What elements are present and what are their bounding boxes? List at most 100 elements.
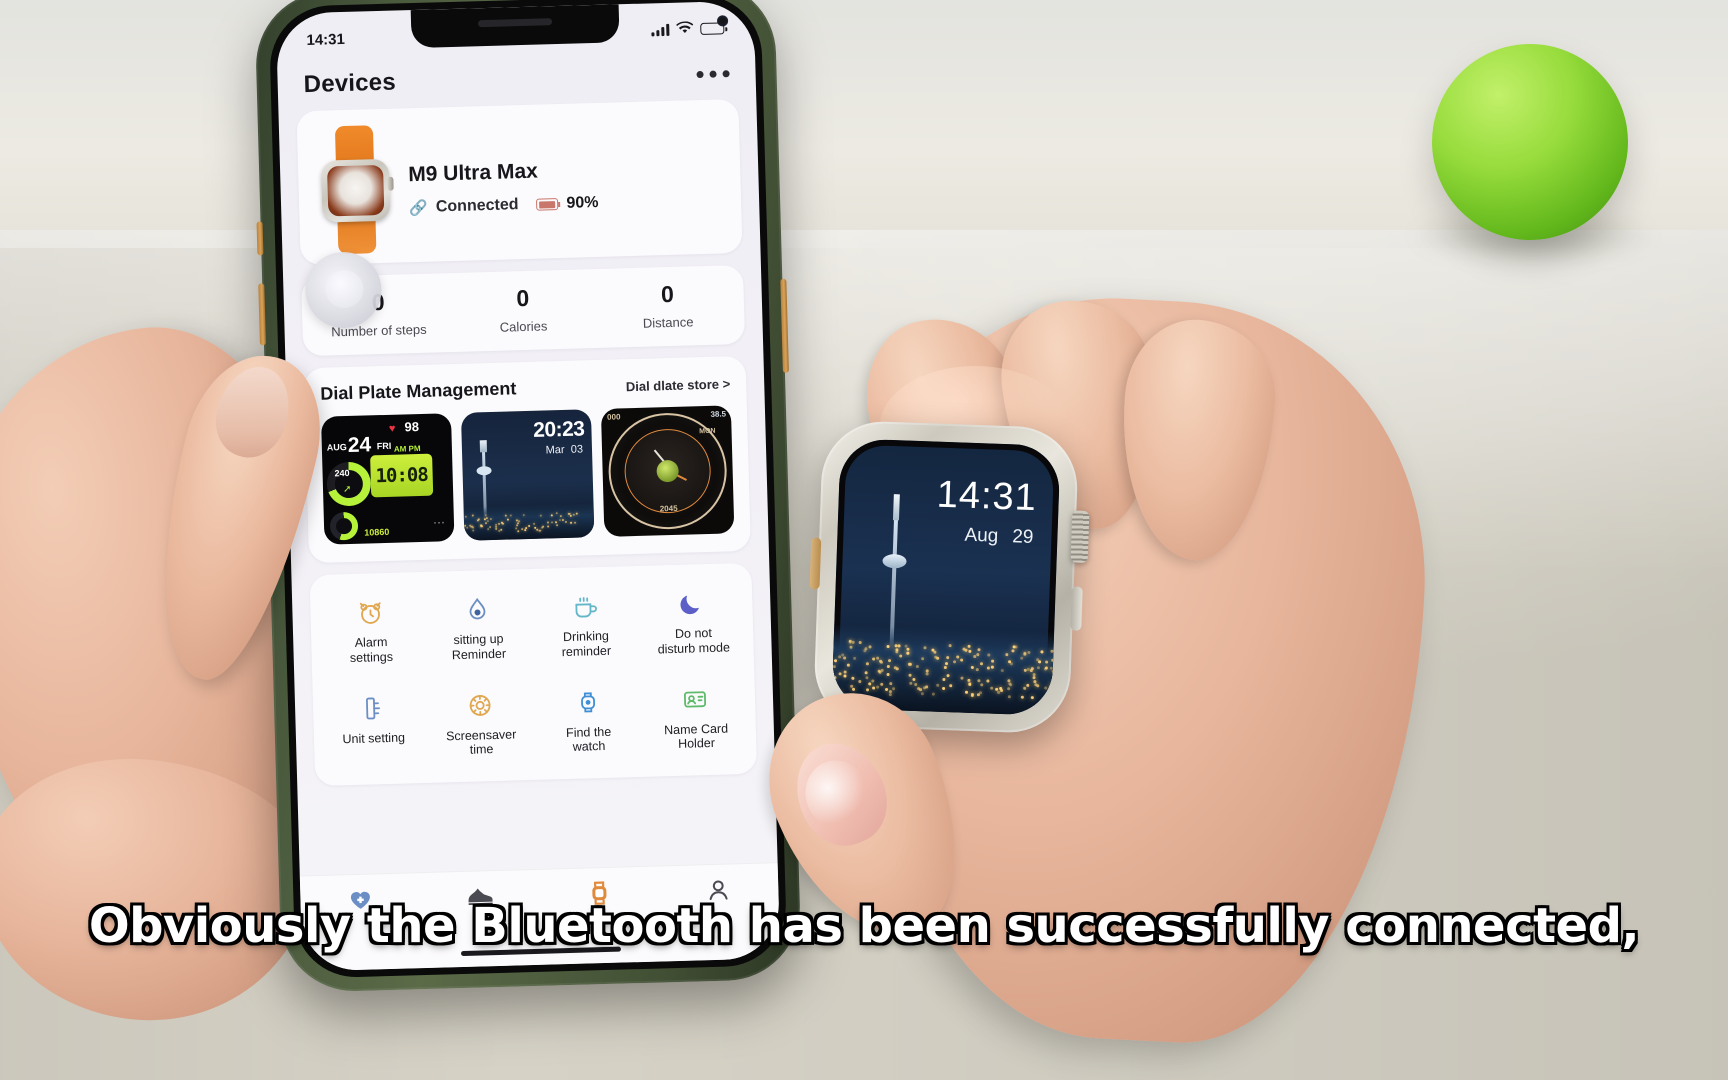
function-label: Name Card Holder — [644, 720, 748, 752]
stat-value: 0 — [595, 279, 740, 310]
watch-face-option-digital[interactable]: ♥ 98 AUG 24 FRI 240 ➚ AM PM 10:08 10860 — [321, 413, 455, 545]
function-label: Unit setting — [322, 729, 426, 747]
smartwatch-crown[interactable] — [1071, 510, 1090, 563]
wifi-icon — [676, 21, 693, 38]
functions-row-1: Alarm settings sitting up Reminder Drink… — [316, 579, 748, 672]
stat-label: Distance — [596, 313, 741, 332]
green-ball-object — [1432, 44, 1628, 240]
function-name-card-holder[interactable]: Name Card Holder — [641, 674, 751, 758]
function-sitting-reminder[interactable]: sitting up Reminder — [423, 585, 533, 669]
devices-app: Devices M9 Ultra Max 🔗 Connected 90% Num… — [277, 44, 780, 971]
function-screensaver-time[interactable]: Screensaver time — [426, 680, 536, 764]
function-alarm-settings[interactable]: Alarm settings — [316, 588, 426, 672]
face-weekday: MON — [699, 428, 716, 435]
face-number: 2045 — [660, 504, 678, 513]
connection-status: Connected — [436, 196, 519, 216]
function-find-the-watch[interactable]: Find the watch — [533, 677, 643, 761]
city-lights — [464, 513, 594, 535]
smartwatch-device: 14:31 Aug 29 — [813, 420, 1080, 735]
device-info: M9 Ultra Max 🔗 Connected 90% — [408, 150, 723, 217]
stat-value: 0 — [450, 283, 595, 314]
cellular-bars-icon — [651, 24, 669, 36]
video-caption: Obviously the Bluetooth has been success… — [0, 898, 1728, 954]
watch-face-preview — [327, 165, 384, 217]
face-month: Mar — [546, 444, 565, 457]
smartwatch-day: 29 — [1012, 526, 1034, 548]
heart-rate-value: 98 — [404, 419, 419, 434]
smartwatch-month: Aug — [964, 525, 999, 547]
function-label: Alarm settings — [319, 634, 423, 666]
phone-screen: 14:31 Devices M9 Ultra Max 🔗 Connected 9… — [276, 1, 781, 972]
stat-calories[interactable]: 0 Calories — [450, 283, 596, 336]
watch-case — [321, 159, 391, 223]
face-ampm: AM PM — [394, 444, 421, 454]
device-card[interactable]: M9 Ultra Max 🔗 Connected 90% — [296, 99, 742, 265]
watch-crown — [387, 177, 393, 191]
secondary-ring — [330, 512, 359, 541]
lcd-time: 10:08 — [375, 464, 428, 487]
smartwatch-side-button[interactable] — [1070, 586, 1083, 630]
smartwatch-time: 14:31 — [936, 474, 1038, 520]
function-do-not-disturb[interactable]: Do not disturb mode — [638, 579, 748, 663]
battery-percent: 90% — [566, 194, 599, 213]
heart-icon: ♥ — [389, 423, 396, 435]
ring-value: 240 — [334, 468, 349, 478]
moon-icon — [640, 585, 744, 622]
device-name: M9 Ultra Max — [408, 154, 723, 187]
phone-mute-switch[interactable] — [257, 221, 264, 255]
watch-face-list: ♥ 98 AUG 24 FRI 240 ➚ AM PM 10:08 10860 — [321, 405, 734, 544]
sitting-reminder-icon — [425, 591, 529, 628]
smartwatch-side-button-left[interactable] — [809, 537, 821, 589]
function-label: Drinking reminder — [534, 628, 638, 660]
drinking-cup-icon — [533, 588, 637, 625]
city-lights — [832, 642, 1054, 702]
face-top-left-value: 000 — [607, 412, 621, 421]
phone-bezel: 14:31 Devices M9 Ultra Max 🔗 Connected 9… — [269, 0, 788, 979]
alarm-clock-icon — [318, 594, 422, 631]
face-more-dots: ⋯ — [433, 515, 446, 529]
dial-store-link[interactable]: Dial dlate store > — [626, 376, 731, 394]
more-options-icon[interactable] — [696, 70, 729, 78]
function-unit-setting[interactable]: Unit setting — [319, 683, 429, 767]
watch-face-option-analog[interactable]: 000 38.5 MON 2045 — [601, 405, 735, 537]
link-icon: 🔗 — [409, 199, 428, 218]
function-label: Screensaver time — [429, 726, 533, 758]
face-day: 03 — [571, 443, 584, 455]
phone-device: 14:31 Devices M9 Ultra Max 🔗 Connected 9… — [254, 0, 802, 993]
face-day: 24 — [347, 433, 371, 458]
page-title: Devices — [303, 69, 396, 100]
face-date: Mar 03 — [546, 443, 584, 456]
steps-icon: ➚ — [343, 484, 352, 495]
face-small-value: 10860 — [364, 527, 389, 538]
battery-icon — [700, 22, 724, 35]
smartwatch-thumbnail — [315, 125, 397, 255]
function-label: Find the watch — [537, 723, 641, 755]
functions-row-2: Unit setting Screensaver time Find the w… — [319, 674, 751, 767]
function-drinking-reminder[interactable]: Drinking reminder — [531, 582, 641, 666]
face-month: AUG — [327, 442, 347, 453]
ruler-icon — [321, 689, 425, 726]
function-label: Do not disturb mode — [642, 625, 746, 657]
dial-plate-header: Dial Plate Management Dial dlate store > — [320, 372, 730, 404]
phone-notch — [411, 4, 620, 48]
face-top-right-value: 38.5 — [710, 409, 726, 418]
status-bar-time: 14:31 — [306, 30, 345, 48]
battery-icon — [536, 198, 558, 211]
dial-plate-management-card: Dial Plate Management Dial dlate store >… — [304, 356, 751, 563]
section-title: Dial Plate Management — [320, 378, 517, 404]
phone-volume-up-button[interactable] — [258, 283, 266, 345]
earpiece-speaker — [478, 18, 552, 27]
watch-face-option-city[interactable]: 20:23 Mar 03 — [461, 409, 595, 541]
function-label: sitting up Reminder — [427, 631, 531, 663]
stat-distance[interactable]: 0 Distance — [595, 279, 741, 332]
smartwatch-screen[interactable]: 14:31 Aug 29 — [831, 438, 1060, 716]
face-weekday: FRI — [377, 441, 392, 451]
stat-label: Calories — [451, 317, 596, 336]
smartwatch-date: Aug 29 — [950, 524, 1034, 549]
name-card-icon — [643, 680, 747, 717]
screensaver-icon — [428, 686, 532, 723]
lcd-time-display: 10:08 — [370, 454, 433, 498]
functions-card: Alarm settings sitting up Reminder Drink… — [309, 563, 757, 786]
find-watch-icon — [536, 683, 640, 720]
face-time: 20:23 — [533, 417, 585, 442]
